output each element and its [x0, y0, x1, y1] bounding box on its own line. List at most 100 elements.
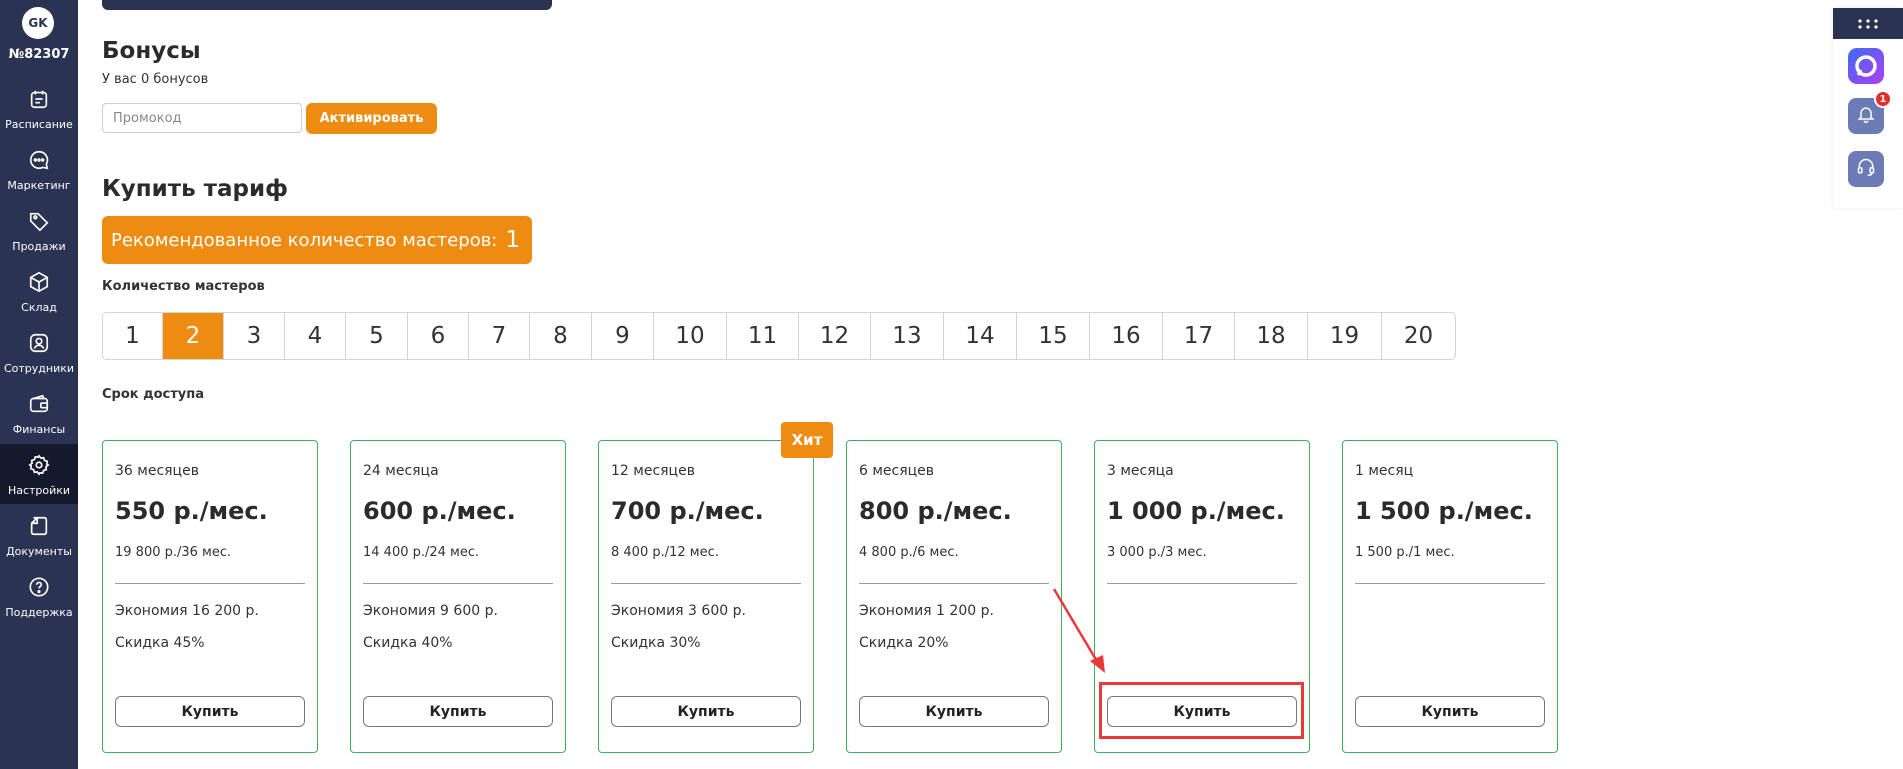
plan-economy: Экономия 3 600 р.: [611, 603, 746, 619]
divider: [363, 583, 553, 584]
masters-option[interactable]: 10: [654, 313, 727, 359]
masters-option[interactable]: 17: [1163, 313, 1235, 359]
plan-period: 24 месяца: [363, 463, 439, 479]
masters-option[interactable]: 16: [1090, 313, 1163, 359]
sidebar-item-label: Склад: [21, 301, 57, 314]
apps-grid-icon[interactable]: [1833, 8, 1903, 39]
recommended-masters-banner: Рекомендованное количество мастеров: 1: [102, 216, 532, 264]
plan-total: 8 400 р./12 мес.: [611, 545, 719, 560]
masters-option[interactable]: 9: [592, 313, 654, 359]
plan-card-24-months: 24 месяца 600 р./мес. 14 400 р./24 мес. …: [350, 440, 566, 753]
sidebar-item-label: Продажи: [12, 240, 66, 253]
plan-price: 1 000 р./мес.: [1107, 497, 1285, 525]
masters-option[interactable]: 8: [530, 313, 592, 359]
document-icon: [26, 513, 52, 539]
calendar-icon: [26, 86, 52, 112]
sidebar-item-label: Маркетинг: [7, 179, 71, 192]
plan-total: 19 800 р./36 мес.: [115, 545, 232, 560]
masters-option[interactable]: 12: [799, 313, 871, 359]
masters-option[interactable]: 3: [224, 313, 285, 359]
sidebar-item-warehouse[interactable]: Склад: [0, 261, 78, 321]
plan-discount: Скидка 45%: [115, 635, 205, 651]
plan-price: 600 р./мес.: [363, 497, 516, 525]
plan-period: 3 месяца: [1107, 463, 1174, 479]
access-period-label: Срок доступа: [102, 387, 205, 402]
masters-count-selector: 1 2 3 4 5 6 7 8 9 10 11 12 13 14 15 16 1…: [102, 312, 1456, 360]
masters-option[interactable]: 11: [727, 313, 799, 359]
tag-icon: [26, 208, 52, 234]
divider: [611, 583, 801, 584]
buy-button[interactable]: Купить: [1355, 696, 1545, 727]
promo-code-input[interactable]: [102, 103, 302, 133]
plan-price: 1 500 р./мес.: [1355, 497, 1533, 525]
masters-option[interactable]: 20: [1382, 313, 1455, 359]
plan-period: 6 месяцев: [859, 463, 935, 479]
plan-discount: Скидка 30%: [611, 635, 701, 651]
sidebar-item-marketing[interactable]: Маркетинг: [0, 139, 78, 199]
account-number: №82307: [8, 47, 70, 62]
masters-option[interactable]: 19: [1308, 313, 1382, 359]
plan-price: 700 р./мес.: [611, 497, 764, 525]
plan-economy: Экономия 1 200 р.: [859, 603, 994, 619]
masters-option[interactable]: 15: [1017, 313, 1090, 359]
avatar[interactable]: GK: [22, 7, 54, 39]
top-banner: [102, 0, 552, 10]
plan-card-1-month: 1 месяц 1 500 р./мес. 1 500 р./1 мес. Ку…: [1342, 440, 1558, 753]
sidebar-item-schedule[interactable]: Расписание: [0, 78, 78, 138]
notification-count-badge: 1: [1874, 90, 1892, 108]
divider: [1107, 583, 1297, 584]
plan-card-36-months: 36 месяцев 550 р./мес. 19 800 р./36 мес.…: [102, 440, 318, 753]
tariff-title: Купить тариф: [102, 176, 288, 202]
activate-button[interactable]: Активировать: [306, 103, 437, 134]
sidebar-item-label: Расписание: [5, 118, 73, 131]
masters-option[interactable]: 18: [1235, 313, 1308, 359]
plan-price: 800 р./мес.: [859, 497, 1012, 525]
divider: [1355, 583, 1545, 584]
annotation-highlight-box: [1099, 682, 1304, 739]
sidebar-item-label: Финансы: [12, 423, 66, 436]
help-icon: [26, 574, 52, 600]
bonuses-title: Бонусы: [102, 38, 201, 64]
buy-button[interactable]: Купить: [363, 696, 553, 727]
plan-card-12-months: 12 месяцев 700 р./мес. 8 400 р./12 мес. …: [598, 440, 814, 753]
messenger-icon[interactable]: [1848, 48, 1884, 84]
buy-button[interactable]: Купить: [115, 696, 305, 727]
masters-option[interactable]: 13: [871, 313, 944, 359]
wallet-icon: [26, 391, 52, 417]
bell-icon: [1856, 104, 1876, 128]
masters-option[interactable]: 14: [944, 313, 1017, 359]
plan-period: 36 месяцев: [115, 463, 199, 479]
sidebar-item-label: Поддержка: [5, 606, 73, 619]
buy-button[interactable]: Купить: [611, 696, 801, 727]
masters-option[interactable]: 5: [346, 313, 408, 359]
plan-discount: Скидка 40%: [363, 635, 453, 651]
plan-economy: Экономия 9 600 р.: [363, 603, 498, 619]
masters-option[interactable]: 6: [408, 313, 469, 359]
masters-count-label: Количество мастеров: [102, 279, 265, 294]
box-icon: [26, 269, 52, 295]
sidebar-item-documents[interactable]: Документы: [0, 505, 78, 565]
notifications-button[interactable]: 1: [1848, 90, 1892, 134]
plan-period: 1 месяц: [1355, 463, 1414, 479]
masters-option[interactable]: 7: [469, 313, 530, 359]
masters-option[interactable]: 1: [103, 313, 163, 359]
masters-option-selected[interactable]: 2: [163, 313, 224, 359]
sidebar-item-finance[interactable]: Финансы: [0, 383, 78, 443]
masters-option[interactable]: 4: [285, 313, 346, 359]
sidebar-item-settings[interactable]: Настройки: [0, 444, 78, 504]
sidebar-item-label: Документы: [6, 545, 72, 558]
recommended-label: Рекомендованное количество мастеров:: [111, 229, 498, 251]
plan-total: 4 800 р./6 мес.: [859, 545, 959, 560]
plan-card-6-months: 6 месяцев 800 р./мес. 4 800 р./6 мес. Эк…: [846, 440, 1062, 753]
right-widget-panel: 1: [1833, 8, 1903, 208]
support-chat-button[interactable]: [1848, 151, 1884, 187]
plan-total: 14 400 р./24 мес.: [363, 545, 480, 560]
divider: [859, 583, 1049, 584]
plan-total: 3 000 р./3 мес.: [1107, 545, 1207, 560]
annotation-arrow: [1052, 588, 1105, 673]
sidebar-item-sales[interactable]: Продажи: [0, 200, 78, 260]
sidebar-item-employees[interactable]: Сотрудники: [0, 322, 78, 382]
plan-discount: Скидка 20%: [859, 635, 949, 651]
buy-button[interactable]: Купить: [859, 696, 1049, 727]
sidebar-item-support[interactable]: Поддержка: [0, 566, 78, 626]
